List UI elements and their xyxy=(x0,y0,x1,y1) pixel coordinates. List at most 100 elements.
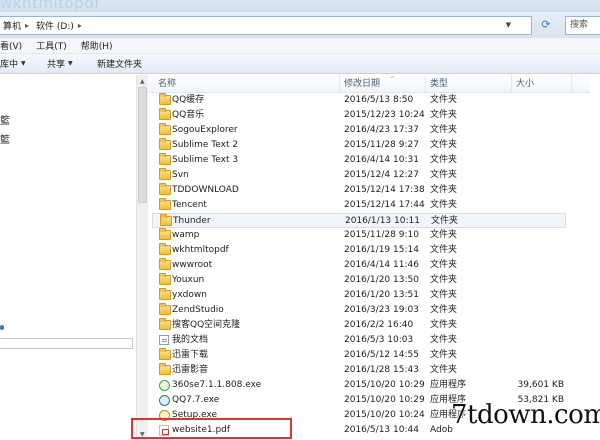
file-date: 2016/4/23 17:37 xyxy=(344,125,419,135)
new-folder-button[interactable]: 新建文件夹 xyxy=(97,57,142,70)
menu-tools[interactable]: 工具(T) xyxy=(36,39,67,52)
file-name: 迅雷影音 xyxy=(172,365,209,375)
column-size[interactable]: 大小 xyxy=(512,75,572,93)
folder-icon xyxy=(159,108,171,120)
file-type: 文件夹 xyxy=(430,110,458,120)
file-name: QQ音乐 xyxy=(172,110,205,120)
file-name: ZendStudio xyxy=(172,305,224,315)
file-type: 文件夹 xyxy=(430,95,458,105)
file-name: yxdown xyxy=(172,290,207,300)
file-row[interactable]: Sublime Text 3 2016/4/14 10:31 文件夹 xyxy=(148,153,568,168)
file-row[interactable]: 搜客QQ空间克隆 2016/2/2 16:40 文件夹 xyxy=(148,318,568,333)
application-icon xyxy=(159,380,170,391)
file-row[interactable]: wamp 2015/11/28 9:10 文件夹 xyxy=(148,228,568,243)
address-bar[interactable]: 算机 ▸ 软件 (D:) ▸ ▼ xyxy=(0,16,532,35)
nav-scrollbar[interactable]: ▲ ▼ xyxy=(136,75,148,440)
file-row[interactable]: Sublime Text 2 2015/11/28 9:27 文件夹 xyxy=(148,138,568,153)
nav-network-icon[interactable] xyxy=(0,325,4,330)
folder-icon xyxy=(159,138,171,150)
file-date: 2016/4/14 11:46 xyxy=(344,260,419,270)
file-type: 文件夹 xyxy=(430,290,458,300)
file-type: 文件夹 xyxy=(430,245,458,255)
file-type: 文件夹 xyxy=(430,125,458,135)
breadcrumb-computer[interactable]: 算机 xyxy=(3,19,21,32)
file-date: 2016/4/14 10:31 xyxy=(344,155,419,165)
folder-icon xyxy=(160,214,172,226)
file-name: QQ缓存 xyxy=(172,95,205,105)
file-name: QQ7.7.exe xyxy=(172,395,220,405)
right-edge xyxy=(590,75,600,440)
file-row[interactable]: yxdown 2016/1/20 13:51 文件夹 xyxy=(148,288,568,303)
file-row[interactable]: ZendStudio 2016/3/23 19:03 文件夹 xyxy=(148,303,568,318)
file-row[interactable]: wkhtmltopdf 2016/1/19 15:14 文件夹 xyxy=(148,243,568,258)
file-row[interactable]: 迅雷下载 2016/5/12 14:55 文件夹 xyxy=(148,348,568,363)
address-dropdown-icon[interactable]: ▼ xyxy=(506,21,511,29)
menu-help[interactable]: 帮助(H) xyxy=(81,39,113,52)
file-row[interactable]: SogouExplorer 2016/4/23 17:37 文件夹 xyxy=(148,123,568,138)
folder-icon xyxy=(159,168,171,180)
column-name[interactable]: 名称 xyxy=(148,75,340,93)
file-row[interactable]: Svn 2015/12/4 12:27 文件夹 xyxy=(148,168,568,183)
file-name: Youxun xyxy=(172,275,205,285)
breadcrumb-separator-icon[interactable]: ▸ xyxy=(78,21,82,30)
file-name: wamp xyxy=(172,230,200,240)
menu-view[interactable]: 看(V) xyxy=(0,39,22,52)
chevron-down-icon: ▼ xyxy=(68,60,73,67)
file-date: 2016/1/20 13:51 xyxy=(344,290,419,300)
file-row[interactable]: 360se7.1.1.808.exe 2015/10/20 10:29 应用程序 39… xyxy=(148,378,568,393)
folder-icon xyxy=(159,363,171,375)
nav-item-fragment[interactable]: 籃 xyxy=(0,112,10,127)
file-row[interactable]: QQ音乐 2015/12/23 10:24 文件夹 xyxy=(148,108,568,123)
file-date: 2015/10/20 10:29 xyxy=(344,380,425,390)
file-name: 360se7.1.1.808.exe xyxy=(172,380,262,390)
file-row[interactable]: TDDOWNLOAD 2015/12/14 17:38 文件夹 xyxy=(148,183,568,198)
column-date[interactable]: 修改日期 xyxy=(340,75,426,93)
navigation-pane[interactable]: 籃 籃 xyxy=(0,75,136,440)
nav-item-fragment[interactable]: 籃 xyxy=(0,131,10,146)
file-type: 文件夹 xyxy=(430,305,458,315)
file-row[interactable]: Tencent 2015/12/14 17:44 文件夹 xyxy=(148,198,568,213)
folder-icon xyxy=(159,123,171,135)
file-list-header: ^ 名称 修改日期 类型 大小 xyxy=(148,75,600,93)
search-input[interactable]: 搜索 xyxy=(565,16,600,35)
folder-icon xyxy=(159,288,171,300)
folder-icon xyxy=(159,153,171,165)
file-type: 文件夹 xyxy=(430,260,458,270)
file-name: 迅雷下载 xyxy=(172,350,209,360)
file-date: 2016/5/13 10:44 xyxy=(344,425,419,435)
folder-icon xyxy=(159,183,171,195)
breadcrumb-drive-d[interactable]: 软件 (D:) xyxy=(36,19,74,32)
organize-button[interactable]: 库中 ▼ xyxy=(0,57,26,70)
breadcrumb-separator-icon[interactable]: ▸ xyxy=(25,21,29,30)
file-row[interactable]: 迅雷影音 2016/1/28 15:43 文件夹 xyxy=(148,363,568,378)
folder-icon xyxy=(159,258,171,270)
nav-selected-item[interactable] xyxy=(0,338,133,349)
share-button[interactable]: 共享 ▼ xyxy=(47,57,73,70)
file-type: 文件夹 xyxy=(431,216,459,226)
file-date: 2016/2/2 16:40 xyxy=(344,320,414,330)
file-type: 文件夹 xyxy=(430,335,458,345)
share-label: 共享 xyxy=(47,60,66,70)
file-name: Thunder xyxy=(173,216,211,226)
column-type[interactable]: 类型 xyxy=(426,75,512,93)
file-row[interactable]: 我的文档 2016/5/3 10:03 文件夹 xyxy=(148,333,568,348)
file-row[interactable]: QQ缓存 2016/5/13 8:50 文件夹 xyxy=(148,93,568,108)
scroll-up-icon[interactable]: ▲ xyxy=(140,78,145,85)
file-date: 2016/5/12 14:55 xyxy=(344,350,419,360)
refresh-icon[interactable]: ⟳ xyxy=(535,18,557,34)
file-type: 应用程序 xyxy=(430,380,467,390)
file-row[interactable]: Youxun 2016/1/20 13:50 文件夹 xyxy=(148,273,568,288)
folder-icon xyxy=(159,198,171,210)
folder-icon xyxy=(159,93,171,105)
scroll-thumb[interactable] xyxy=(138,87,147,203)
file-type: 文件夹 xyxy=(430,140,458,150)
file-name: wkhtmltopdf xyxy=(172,245,229,255)
file-name: 搜客QQ空间克隆 xyxy=(172,320,241,330)
file-date: 2015/12/4 12:27 xyxy=(344,170,419,180)
file-name: Sublime Text 2 xyxy=(172,140,239,150)
folder-icon xyxy=(159,273,171,285)
file-row[interactable]: Thunder 2016/1/13 10:11 文件夹 xyxy=(152,213,566,228)
documents-folder-icon xyxy=(159,335,169,345)
window-title: wkhtmltopdf xyxy=(0,0,101,12)
file-row[interactable]: wwwroot 2016/4/14 11:46 文件夹 xyxy=(148,258,568,273)
